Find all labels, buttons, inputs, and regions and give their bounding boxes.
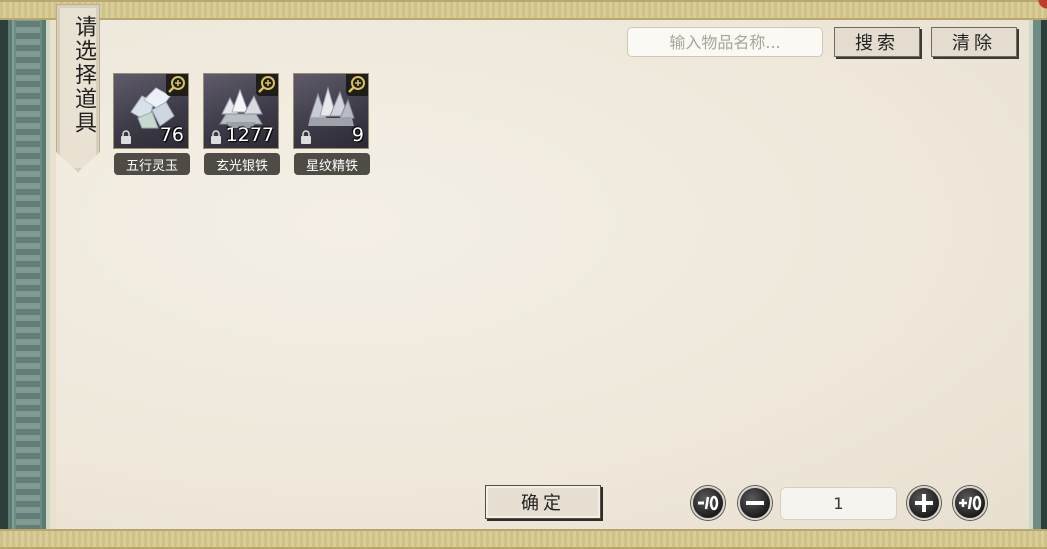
- item-tile[interactable]: 1277: [203, 73, 279, 149]
- plus-ten-button[interactable]: [953, 486, 987, 520]
- search-input[interactable]: [627, 27, 823, 57]
- confirm-button[interactable]: 确定: [485, 485, 601, 519]
- zoom-in-icon[interactable]: [346, 74, 368, 96]
- quantity-input[interactable]: [780, 487, 897, 520]
- lock-icon: [121, 130, 131, 144]
- minus-one-button[interactable]: [738, 486, 772, 520]
- minus-ten-button[interactable]: [691, 486, 725, 520]
- item-card[interactable]: 76 五行灵玉: [113, 73, 191, 177]
- lock-icon: [211, 130, 221, 144]
- right-scroll-roller: [1029, 0, 1047, 549]
- clear-button[interactable]: 清除: [931, 27, 1017, 57]
- item-card[interactable]: 1277 玄光银铁: [203, 73, 281, 177]
- zoom-in-icon[interactable]: [166, 74, 188, 96]
- page-title: 请选择道具: [71, 15, 96, 135]
- plus-ten-icon: [959, 495, 982, 511]
- plus-one-button[interactable]: [907, 486, 941, 520]
- item-selection-panel: [56, 18, 1029, 531]
- top-border-trim: [0, 0, 1047, 20]
- item-name: 五行灵玉: [114, 153, 190, 175]
- title-banner: 请选择道具: [56, 4, 100, 172]
- left-scroll-roller: [0, 0, 56, 549]
- item-name: 星纹精铁: [294, 153, 370, 175]
- bottom-border-trim: [0, 529, 1047, 549]
- item-tile[interactable]: 9: [293, 73, 369, 149]
- item-card[interactable]: 9 星纹精铁: [293, 73, 371, 177]
- item-tile[interactable]: 76: [113, 73, 189, 149]
- plus-icon: [915, 494, 933, 512]
- search-button[interactable]: 搜索: [834, 27, 920, 57]
- item-count: 9: [351, 124, 364, 146]
- zoom-in-icon[interactable]: [256, 74, 278, 96]
- item-count: 1277: [225, 124, 274, 146]
- lock-icon: [301, 130, 311, 144]
- item-name: 玄光银铁: [204, 153, 280, 175]
- minus-icon: [746, 501, 764, 505]
- minus-ten-icon: [698, 495, 719, 511]
- item-count: 76: [159, 124, 184, 146]
- close-corner-icon[interactable]: [1035, 0, 1047, 12]
